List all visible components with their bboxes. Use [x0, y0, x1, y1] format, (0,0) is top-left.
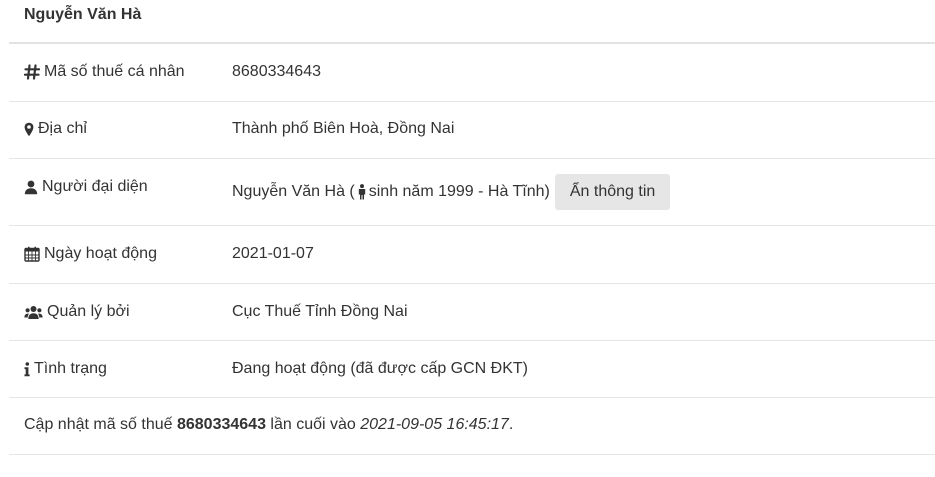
divider — [9, 454, 935, 455]
row-label: Tình trạng — [34, 360, 107, 377]
calendar-icon — [24, 246, 40, 262]
divider — [9, 397, 935, 398]
row-label: Địa chỉ — [38, 120, 87, 137]
representative-value: Nguyễn Văn Hà ( sinh năm 1999 - Hà Tĩnh)… — [232, 173, 671, 210]
tax-code-value: 8680334643 — [232, 63, 321, 80]
divider — [9, 225, 935, 226]
footer-tax-code: 8680334643 — [176, 416, 266, 433]
divider — [9, 283, 935, 284]
divider — [9, 101, 935, 102]
last-updated-note: Cập nhật mã số thuế 8680334643 lần cuối … — [24, 416, 514, 433]
users-icon — [24, 305, 43, 320]
hide-info-button[interactable]: Ẩn thông tin — [554, 173, 671, 210]
map-marker-icon — [24, 122, 34, 137]
representative-detail: sinh năm 1999 - Hà Tĩnh) — [368, 182, 550, 200]
company-info-panel: Nguyễn Văn Hà Mã số thuế cá nhân 8680334… — [0, 0, 935, 477]
status-value: Đang hoạt động (đã được cấp GCN ĐKT) — [232, 360, 529, 377]
start-date-value: 2021-01-07 — [232, 245, 314, 262]
row-label: Người đại diện — [42, 178, 148, 195]
male-icon — [357, 183, 367, 200]
row-label: Ngày hoạt động — [44, 245, 157, 262]
user-icon — [24, 180, 38, 195]
managed-by-value: Cục Thuế Tỉnh Đồng Nai — [232, 303, 408, 320]
divider — [9, 42, 935, 44]
row-label: Quản lý bởi — [47, 303, 130, 320]
representative-name: Nguyễn Văn Hà ( — [232, 182, 355, 200]
divider — [9, 158, 935, 159]
row-label: Mã số thuế cá nhân — [44, 63, 185, 80]
page-title: Nguyễn Văn Hà — [24, 6, 142, 23]
hash-icon — [24, 64, 40, 80]
address-value: Thành phố Biên Hoà, Đồng Nai — [232, 120, 455, 137]
info-icon — [24, 361, 30, 377]
divider — [9, 340, 935, 341]
last-updated-timestamp: 2021-09-05 16:45:17 — [360, 416, 509, 433]
